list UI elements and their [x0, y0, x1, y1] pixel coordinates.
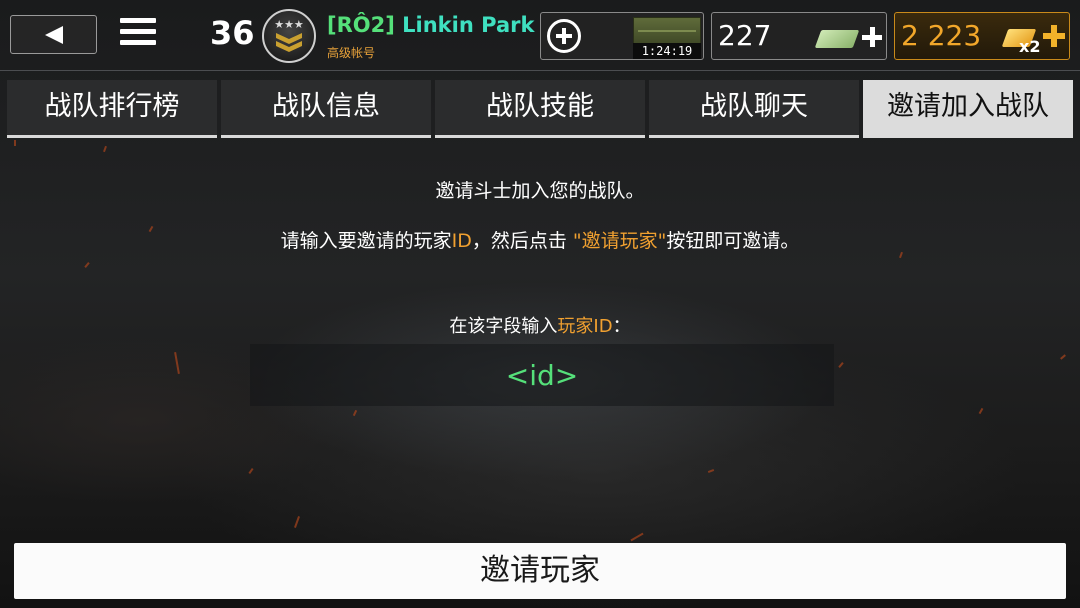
- tab-invite-to-clan[interactable]: 邀请加入战队: [863, 80, 1073, 138]
- tab-bar: 战队排行榜 战队信息 战队技能 战队聊天 邀请加入战队: [0, 80, 1080, 138]
- player-name-text: Linkin Park: [402, 13, 535, 37]
- player-level: 36: [210, 14, 255, 52]
- divider: [0, 70, 1080, 71]
- instruction-highlight: ID: [451, 230, 472, 252]
- plus-icon[interactable]: [1043, 25, 1065, 47]
- ember-particle: [630, 532, 644, 542]
- tab-clan-leaderboard[interactable]: 战队排行榜: [7, 80, 217, 138]
- cash-icon: [814, 30, 860, 48]
- ember-particle: [1060, 354, 1066, 360]
- ember-particle: [84, 262, 90, 268]
- ember-particle: [248, 467, 254, 475]
- ember-particle: [978, 407, 984, 415]
- player-id-input[interactable]: [250, 344, 834, 406]
- tab-clan-info[interactable]: 战队信息: [221, 80, 431, 138]
- instruction-part: 按钮即可邀请。: [666, 230, 800, 252]
- cash-box[interactable]: 227: [711, 12, 887, 60]
- account-type: 高级帐号: [327, 46, 376, 60]
- ember-particle: [14, 140, 16, 146]
- tab-clan-skills[interactable]: 战队技能: [435, 80, 645, 138]
- instruction-text: 请输入要邀请的玩家ID，然后点击 "邀请玩家"按钮即可邀请。: [0, 226, 1080, 253]
- intro-text: 邀请斗士加入您的战队。: [435, 180, 645, 202]
- ember-particle: [352, 409, 358, 417]
- menu-icon[interactable]: [120, 18, 156, 50]
- rank-badge-icon: ★★★: [262, 9, 316, 63]
- add-circle-icon[interactable]: [547, 19, 581, 53]
- gold-box[interactable]: 2 223 x2: [894, 12, 1070, 60]
- invite-player-button[interactable]: 邀请玩家: [14, 543, 1066, 599]
- instruction-part: 请输入要邀请的玩家: [280, 230, 452, 252]
- id-field-label: 在该字段输入玩家ID：: [0, 312, 1080, 338]
- back-arrow-icon: [45, 26, 63, 44]
- clan-tag: [RÔ2]: [327, 13, 395, 37]
- ember-particle: [174, 351, 180, 375]
- top-bar: 36 ★★★ [RÔ2] Linkin Park 高级帐号 1:24:19 22…: [0, 0, 1080, 72]
- svg-text:★★★: ★★★: [274, 18, 304, 31]
- player-name: [RÔ2] Linkin Park: [327, 13, 534, 37]
- label-part: ：: [612, 316, 631, 337]
- crate-timer: 1:24:19: [633, 43, 701, 59]
- gold-amount: 2 223: [901, 19, 982, 52]
- crate-box[interactable]: 1:24:19: [540, 12, 704, 60]
- ember-particle: [294, 516, 300, 528]
- ember-particle: [707, 469, 715, 473]
- gold-multiplier: x2: [1019, 37, 1041, 56]
- plus-icon[interactable]: [862, 27, 882, 47]
- ember-particle: [103, 145, 107, 153]
- ember-particle: [838, 362, 844, 368]
- back-button[interactable]: [10, 15, 97, 54]
- cash-amount: 227: [718, 19, 772, 52]
- label-part: 在该字段输入: [449, 316, 558, 337]
- label-highlight: 玩家ID: [557, 316, 613, 337]
- tab-clan-chat[interactable]: 战队聊天: [649, 80, 859, 138]
- instruction-highlight: "邀请玩家": [572, 230, 667, 252]
- instruction-part: ，然后点击: [471, 230, 567, 252]
